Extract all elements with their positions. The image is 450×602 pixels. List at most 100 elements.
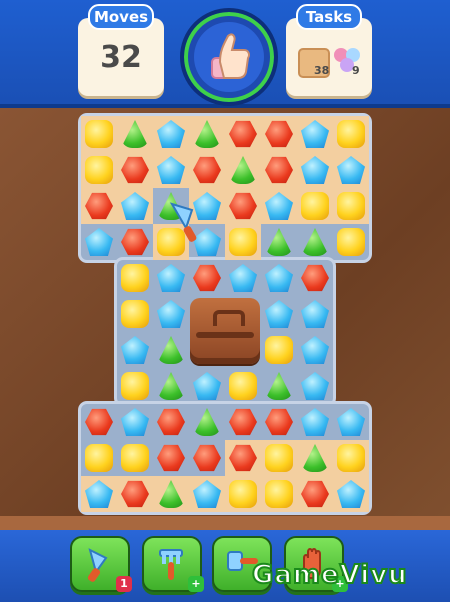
board-cell[interactable] bbox=[225, 368, 261, 404]
board-cell[interactable] bbox=[189, 440, 225, 476]
board-cell[interactable] bbox=[333, 476, 369, 512]
board-cell[interactable] bbox=[117, 440, 153, 476]
crate-handle bbox=[213, 310, 245, 326]
board-cell[interactable] bbox=[297, 332, 333, 368]
board-cell[interactable] bbox=[225, 224, 261, 260]
board-cell[interactable] bbox=[81, 476, 117, 512]
goal-indicator bbox=[180, 8, 278, 106]
board-cell[interactable] bbox=[297, 368, 333, 404]
board-cell[interactable] bbox=[153, 404, 189, 440]
green-gem bbox=[193, 120, 221, 148]
trowel-booster[interactable]: 1 bbox=[70, 536, 132, 592]
board-cell[interactable] bbox=[333, 224, 369, 260]
board-cell[interactable] bbox=[297, 224, 333, 260]
board-cell[interactable] bbox=[225, 404, 261, 440]
wooden-crate-blocker bbox=[190, 298, 260, 364]
board-cell[interactable] bbox=[189, 368, 225, 404]
board-cell[interactable] bbox=[153, 260, 189, 296]
board-cell[interactable] bbox=[117, 476, 153, 512]
blue-gem bbox=[85, 228, 113, 256]
board-cell[interactable] bbox=[297, 296, 333, 332]
board-cell[interactable] bbox=[117, 188, 153, 224]
board-cell[interactable] bbox=[225, 152, 261, 188]
board-cell[interactable] bbox=[261, 404, 297, 440]
board-cell[interactable] bbox=[153, 332, 189, 368]
board-cell[interactable] bbox=[153, 296, 189, 332]
board-cell[interactable] bbox=[81, 224, 117, 260]
board-cell[interactable] bbox=[189, 152, 225, 188]
board-cell[interactable] bbox=[297, 404, 333, 440]
board-cell[interactable] bbox=[153, 152, 189, 188]
board-cell[interactable] bbox=[189, 476, 225, 512]
red-gem bbox=[157, 444, 185, 472]
goal-inner bbox=[194, 22, 264, 92]
board-cell[interactable] bbox=[117, 224, 153, 260]
board-cell[interactable] bbox=[297, 188, 333, 224]
board-cell[interactable] bbox=[261, 368, 297, 404]
board-cell[interactable] bbox=[225, 188, 261, 224]
board-cell[interactable] bbox=[81, 152, 117, 188]
blue-gem bbox=[157, 300, 185, 328]
board-cell[interactable] bbox=[261, 224, 297, 260]
board-cell[interactable] bbox=[261, 440, 297, 476]
board-cell[interactable] bbox=[333, 188, 369, 224]
board-cell[interactable] bbox=[117, 368, 153, 404]
board-cell[interactable] bbox=[117, 332, 153, 368]
board-cell[interactable] bbox=[189, 260, 225, 296]
board-cell[interactable] bbox=[225, 260, 261, 296]
blue-gem bbox=[337, 480, 365, 508]
board-cell[interactable] bbox=[81, 188, 117, 224]
red-gem bbox=[121, 480, 149, 508]
board-cell[interactable] bbox=[81, 116, 117, 152]
board-cell[interactable] bbox=[189, 116, 225, 152]
board-cell[interactable] bbox=[153, 116, 189, 152]
red-gem bbox=[193, 156, 221, 184]
board-cell[interactable] bbox=[153, 476, 189, 512]
board-cell[interactable] bbox=[333, 152, 369, 188]
blue-gem bbox=[193, 480, 221, 508]
yellow-gem bbox=[85, 156, 113, 184]
board-cell[interactable] bbox=[297, 260, 333, 296]
blue-gem bbox=[301, 372, 329, 400]
blue-gem bbox=[229, 264, 257, 292]
board-cell[interactable] bbox=[81, 440, 117, 476]
board-cell[interactable] bbox=[225, 116, 261, 152]
board-cell[interactable] bbox=[297, 152, 333, 188]
board-cell[interactable] bbox=[261, 116, 297, 152]
board-cell[interactable] bbox=[261, 152, 297, 188]
board-cell[interactable] bbox=[297, 116, 333, 152]
rake-booster[interactable]: + bbox=[142, 536, 204, 592]
board-cell[interactable] bbox=[333, 404, 369, 440]
board-cell[interactable] bbox=[153, 368, 189, 404]
board-cell[interactable] bbox=[333, 440, 369, 476]
board-cell[interactable] bbox=[117, 404, 153, 440]
green-gem bbox=[121, 120, 149, 148]
board-cell[interactable] bbox=[261, 476, 297, 512]
board-cell[interactable] bbox=[117, 260, 153, 296]
red-gem bbox=[193, 444, 221, 472]
board-cell[interactable] bbox=[117, 116, 153, 152]
board-cell[interactable] bbox=[225, 476, 261, 512]
board-cell[interactable] bbox=[81, 404, 117, 440]
blue-gem bbox=[301, 300, 329, 328]
board-cell[interactable] bbox=[333, 116, 369, 152]
blue-gem bbox=[193, 372, 221, 400]
board-cell[interactable] bbox=[261, 332, 297, 368]
board-cell[interactable] bbox=[297, 476, 333, 512]
board-cell[interactable] bbox=[117, 152, 153, 188]
board-cell[interactable] bbox=[225, 440, 261, 476]
board-cell[interactable] bbox=[297, 440, 333, 476]
board-cell[interactable] bbox=[261, 188, 297, 224]
board-cell[interactable] bbox=[261, 296, 297, 332]
board-cell[interactable] bbox=[117, 296, 153, 332]
blue-gem bbox=[301, 156, 329, 184]
blue-gem bbox=[265, 264, 293, 292]
board-cell[interactable] bbox=[261, 260, 297, 296]
red-gem bbox=[265, 408, 293, 436]
yellow-gem bbox=[337, 192, 365, 220]
board-cell[interactable] bbox=[189, 404, 225, 440]
red-gem bbox=[121, 156, 149, 184]
yellow-gem bbox=[301, 192, 329, 220]
board-cell[interactable] bbox=[153, 440, 189, 476]
red-gem bbox=[301, 264, 329, 292]
